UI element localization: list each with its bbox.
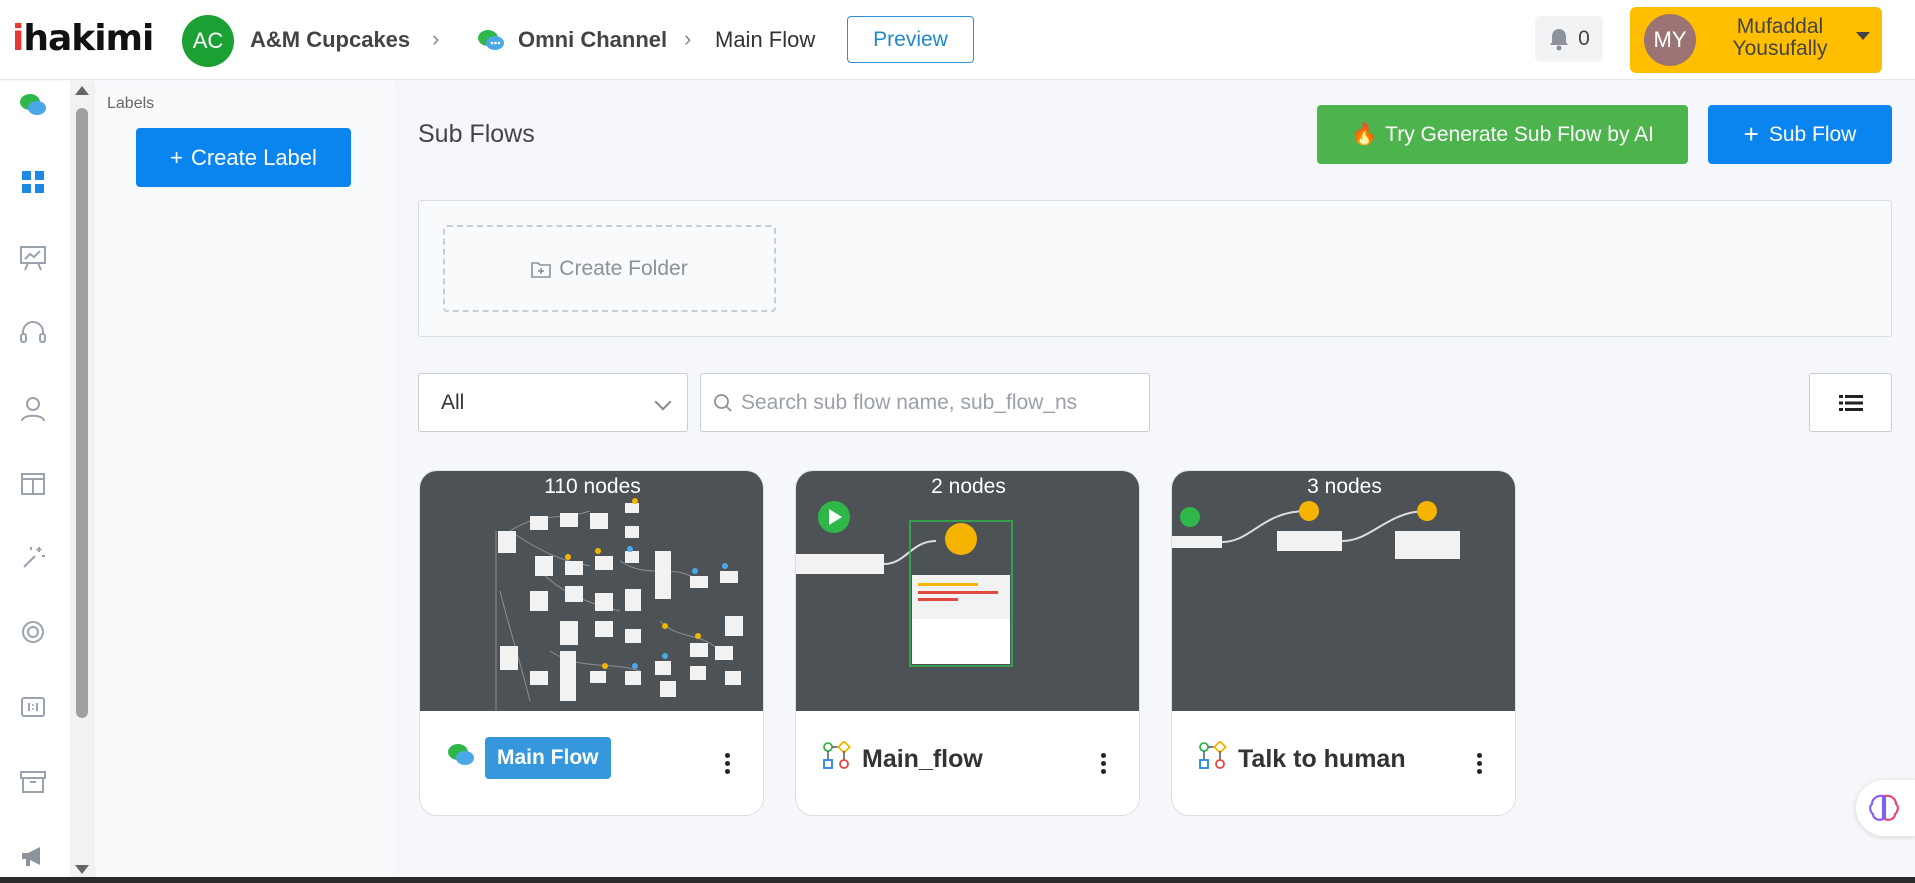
chevron-right-icon: › — [432, 26, 440, 51]
subflow-card[interactable]: 110 nodes Main Flow — [419, 470, 764, 816]
node-count: 2 nodes — [931, 475, 1006, 498]
megaphone-icon[interactable] — [18, 841, 48, 871]
scroll-up-arrow-icon[interactable] — [75, 86, 89, 95]
flow-preview-thumbnail[interactable]: 110 nodes — [420, 471, 763, 711]
flow-graph-thumbnail — [495, 498, 743, 711]
sidebar-scrollbar[interactable] — [70, 81, 94, 880]
chevron-right-icon: › — [684, 26, 692, 51]
list-view-toggle[interactable] — [1809, 373, 1892, 432]
search-icon — [714, 394, 732, 412]
search-input[interactable] — [741, 374, 1141, 431]
breadcrumb-workspace[interactable]: A&M Cupcakes — [250, 27, 410, 53]
scrollbar-thumb[interactable] — [76, 108, 88, 718]
magic-wand-icon[interactable] — [18, 543, 48, 573]
more-options-icon[interactable] — [1477, 753, 1483, 775]
labels-panel: Labels + Create Label — [94, 81, 394, 880]
scroll-down-arrow-icon[interactable] — [75, 865, 89, 874]
preview-button[interactable]: Preview — [847, 16, 974, 63]
sidebar-rail — [0, 81, 70, 880]
user-icon[interactable] — [18, 394, 48, 424]
folders-area: Create Folder — [418, 200, 1892, 337]
avatar: MY — [1644, 14, 1696, 66]
subflow-name[interactable]: Main Flow — [485, 737, 611, 779]
analytics-board-icon[interactable] — [18, 243, 48, 273]
card-footer: Main_flow — [796, 711, 1139, 815]
flow-preview-thumbnail[interactable]: 3 nodes — [1172, 471, 1515, 711]
flow-graph-thumbnail — [1172, 501, 1460, 559]
ai-assistant-button[interactable] — [1856, 780, 1915, 836]
labels-heading: Labels — [107, 95, 155, 112]
create-label-button[interactable]: + Create Label — [136, 128, 351, 187]
user-menu-button[interactable]: MY Mufaddal Yousufally — [1630, 7, 1882, 73]
node-count: 3 nodes — [1307, 475, 1382, 498]
caret-down-icon — [1856, 32, 1870, 40]
headset-icon[interactable] — [18, 318, 48, 348]
folder-plus-icon — [531, 261, 552, 278]
page-title: Sub Flows — [418, 120, 535, 148]
dashboard-icon[interactable] — [18, 167, 48, 197]
bottom-edge — [0, 877, 1915, 883]
notification-count: 0 — [1578, 27, 1590, 50]
main-content: Sub Flows 🔥 Try Generate Sub Flow by AI … — [395, 81, 1915, 880]
search-field[interactable] — [700, 373, 1150, 432]
layout-columns-icon[interactable] — [18, 469, 48, 499]
plus-icon: + — [170, 144, 183, 170]
create-folder-button[interactable]: Create Folder — [443, 225, 776, 312]
flow-diagram-icon — [1199, 741, 1227, 769]
notifications-button[interactable]: 0 — [1535, 16, 1603, 62]
node-count: 110 nodes — [544, 475, 641, 498]
card-footer: Talk to human — [1172, 711, 1515, 815]
more-options-icon[interactable] — [1101, 753, 1107, 775]
subflow-name[interactable]: Main_flow — [862, 745, 983, 774]
hakimi-logo[interactable]: ihakimi — [12, 18, 154, 59]
generate-ai-subflow-button[interactable]: 🔥 Try Generate Sub Flow by AI — [1317, 105, 1688, 164]
workspace-avatar[interactable]: AC — [182, 15, 234, 67]
breadcrumb-channel[interactable]: Omni Channel — [518, 27, 667, 53]
flow-graph-thumbnail — [796, 501, 1013, 667]
archive-icon[interactable] — [18, 767, 48, 797]
card-footer: Main Flow — [420, 711, 763, 815]
subflow-filter-select[interactable]: All — [418, 373, 688, 432]
chevron-down-icon — [654, 393, 672, 411]
brain-icon — [1869, 794, 1899, 821]
subflow-name[interactable]: Talk to human — [1238, 745, 1406, 774]
bell-icon — [1550, 29, 1569, 51]
top-header: ihakimi AC A&M Cupcakes › Omni Channel ›… — [0, 0, 1915, 80]
subflow-card[interactable]: 2 nodes Main_flow — [795, 470, 1140, 816]
subflow-card[interactable]: 3 nodes Talk to human — [1171, 470, 1516, 816]
flow-diagram-icon — [823, 741, 851, 769]
chat-bubbles-icon — [478, 30, 504, 50]
chat-bubbles-icon — [448, 744, 474, 765]
number-board-icon[interactable] — [18, 692, 48, 722]
plus-icon: + — [1743, 119, 1759, 149]
lifebuoy-icon[interactable] — [18, 617, 48, 647]
user-name: Mufaddal Yousufally — [1732, 15, 1828, 60]
fire-icon: 🔥 — [1351, 122, 1378, 146]
list-view-icon — [1838, 394, 1863, 411]
flow-preview-thumbnail[interactable]: 2 nodes — [796, 471, 1139, 711]
chat-bubbles-icon[interactable] — [18, 91, 48, 121]
more-options-icon[interactable] — [725, 753, 731, 775]
add-subflow-button[interactable]: + Sub Flow — [1708, 105, 1892, 164]
breadcrumb-flow: Main Flow — [715, 27, 816, 52]
